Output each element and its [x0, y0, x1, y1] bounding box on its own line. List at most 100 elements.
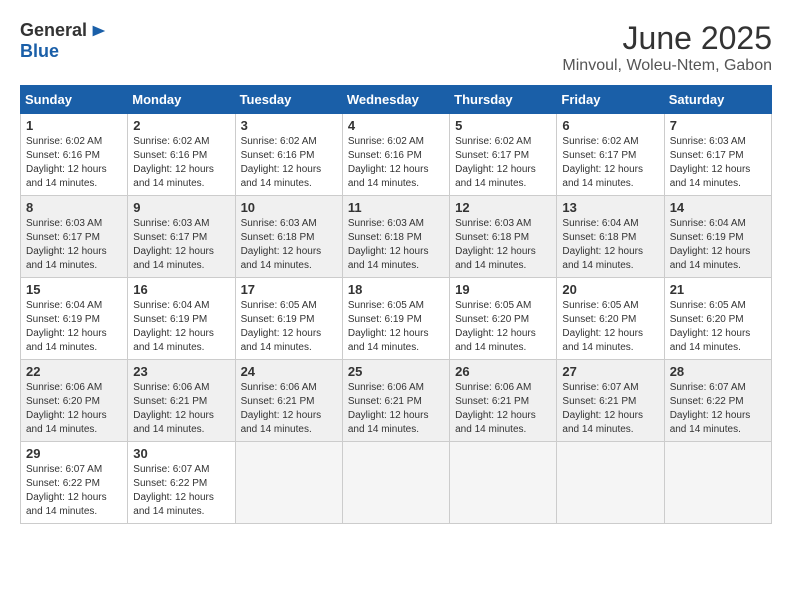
col-sunday: Sunday: [21, 86, 128, 114]
day-number: 26: [455, 364, 551, 379]
table-row: 28 Sunrise: 6:07 AM Sunset: 6:22 PM Dayl…: [664, 360, 771, 442]
day-number: 19: [455, 282, 551, 297]
day-number: 22: [26, 364, 122, 379]
day-number: 7: [670, 118, 766, 133]
day-number: 4: [348, 118, 444, 133]
day-number: 23: [133, 364, 229, 379]
day-info: Sunrise: 6:03 AM Sunset: 6:17 PM Dayligh…: [670, 135, 766, 191]
table-row: [557, 442, 664, 524]
table-row: 15 Sunrise: 6:04 AM Sunset: 6:19 PM Dayl…: [21, 278, 128, 360]
table-row: 8 Sunrise: 6:03 AM Sunset: 6:17 PM Dayli…: [21, 196, 128, 278]
day-info: Sunrise: 6:04 AM Sunset: 6:19 PM Dayligh…: [133, 299, 229, 355]
col-wednesday: Wednesday: [342, 86, 449, 114]
day-number: 8: [26, 200, 122, 215]
day-info: Sunrise: 6:03 AM Sunset: 6:18 PM Dayligh…: [348, 217, 444, 273]
day-info: Sunrise: 6:05 AM Sunset: 6:19 PM Dayligh…: [348, 299, 444, 355]
day-number: 29: [26, 446, 122, 461]
day-info: Sunrise: 6:06 AM Sunset: 6:21 PM Dayligh…: [133, 381, 229, 437]
day-info: Sunrise: 6:03 AM Sunset: 6:17 PM Dayligh…: [133, 217, 229, 273]
header: General Blue June 2025 Minvoul, Woleu-Nt…: [20, 20, 772, 75]
calendar-week-row: 1 Sunrise: 6:02 AM Sunset: 6:16 PM Dayli…: [21, 114, 772, 196]
table-row: 2 Sunrise: 6:02 AM Sunset: 6:16 PM Dayli…: [128, 114, 235, 196]
table-row: 14 Sunrise: 6:04 AM Sunset: 6:19 PM Dayl…: [664, 196, 771, 278]
calendar-week-row: 22 Sunrise: 6:06 AM Sunset: 6:20 PM Dayl…: [21, 360, 772, 442]
table-row: 9 Sunrise: 6:03 AM Sunset: 6:17 PM Dayli…: [128, 196, 235, 278]
day-info: Sunrise: 6:07 AM Sunset: 6:21 PM Dayligh…: [562, 381, 658, 437]
table-row: 6 Sunrise: 6:02 AM Sunset: 6:17 PM Dayli…: [557, 114, 664, 196]
day-info: Sunrise: 6:04 AM Sunset: 6:19 PM Dayligh…: [670, 217, 766, 273]
day-number: 11: [348, 200, 444, 215]
table-row: 19 Sunrise: 6:05 AM Sunset: 6:20 PM Dayl…: [450, 278, 557, 360]
day-number: 27: [562, 364, 658, 379]
logo-blue: Blue: [20, 41, 59, 62]
day-number: 13: [562, 200, 658, 215]
day-number: 6: [562, 118, 658, 133]
logo: General Blue: [20, 20, 107, 62]
day-info: Sunrise: 6:06 AM Sunset: 6:20 PM Dayligh…: [26, 381, 122, 437]
table-row: 24 Sunrise: 6:06 AM Sunset: 6:21 PM Dayl…: [235, 360, 342, 442]
day-info: Sunrise: 6:06 AM Sunset: 6:21 PM Dayligh…: [348, 381, 444, 437]
day-info: Sunrise: 6:04 AM Sunset: 6:19 PM Dayligh…: [26, 299, 122, 355]
day-number: 14: [670, 200, 766, 215]
day-info: Sunrise: 6:03 AM Sunset: 6:18 PM Dayligh…: [455, 217, 551, 273]
col-friday: Friday: [557, 86, 664, 114]
day-number: 18: [348, 282, 444, 297]
day-info: Sunrise: 6:02 AM Sunset: 6:17 PM Dayligh…: [562, 135, 658, 191]
day-info: Sunrise: 6:05 AM Sunset: 6:19 PM Dayligh…: [241, 299, 337, 355]
calendar-week-row: 15 Sunrise: 6:04 AM Sunset: 6:19 PM Dayl…: [21, 278, 772, 360]
day-info: Sunrise: 6:02 AM Sunset: 6:16 PM Dayligh…: [348, 135, 444, 191]
col-tuesday: Tuesday: [235, 86, 342, 114]
table-row: 11 Sunrise: 6:03 AM Sunset: 6:18 PM Dayl…: [342, 196, 449, 278]
day-number: 2: [133, 118, 229, 133]
day-info: Sunrise: 6:02 AM Sunset: 6:16 PM Dayligh…: [26, 135, 122, 191]
day-number: 10: [241, 200, 337, 215]
day-info: Sunrise: 6:05 AM Sunset: 6:20 PM Dayligh…: [670, 299, 766, 355]
day-number: 1: [26, 118, 122, 133]
day-info: Sunrise: 6:06 AM Sunset: 6:21 PM Dayligh…: [241, 381, 337, 437]
day-info: Sunrise: 6:03 AM Sunset: 6:18 PM Dayligh…: [241, 217, 337, 273]
day-number: 5: [455, 118, 551, 133]
calendar-week-row: 8 Sunrise: 6:03 AM Sunset: 6:17 PM Dayli…: [21, 196, 772, 278]
table-row: 10 Sunrise: 6:03 AM Sunset: 6:18 PM Dayl…: [235, 196, 342, 278]
table-row: 27 Sunrise: 6:07 AM Sunset: 6:21 PM Dayl…: [557, 360, 664, 442]
day-info: Sunrise: 6:06 AM Sunset: 6:21 PM Dayligh…: [455, 381, 551, 437]
day-number: 15: [26, 282, 122, 297]
calendar-week-row: 29 Sunrise: 6:07 AM Sunset: 6:22 PM Dayl…: [21, 442, 772, 524]
table-row: 20 Sunrise: 6:05 AM Sunset: 6:20 PM Dayl…: [557, 278, 664, 360]
table-row: 16 Sunrise: 6:04 AM Sunset: 6:19 PM Dayl…: [128, 278, 235, 360]
day-info: Sunrise: 6:05 AM Sunset: 6:20 PM Dayligh…: [455, 299, 551, 355]
day-number: 24: [241, 364, 337, 379]
location-title: Minvoul, Woleu-Ntem, Gabon: [562, 57, 772, 75]
day-number: 21: [670, 282, 766, 297]
table-row: 22 Sunrise: 6:06 AM Sunset: 6:20 PM Dayl…: [21, 360, 128, 442]
day-number: 20: [562, 282, 658, 297]
table-row: 25 Sunrise: 6:06 AM Sunset: 6:21 PM Dayl…: [342, 360, 449, 442]
col-monday: Monday: [128, 86, 235, 114]
day-info: Sunrise: 6:02 AM Sunset: 6:17 PM Dayligh…: [455, 135, 551, 191]
month-title: June 2025: [562, 20, 772, 57]
table-row: [342, 442, 449, 524]
table-row: 5 Sunrise: 6:02 AM Sunset: 6:17 PM Dayli…: [450, 114, 557, 196]
table-row: 17 Sunrise: 6:05 AM Sunset: 6:19 PM Dayl…: [235, 278, 342, 360]
day-number: 25: [348, 364, 444, 379]
table-row: 18 Sunrise: 6:05 AM Sunset: 6:19 PM Dayl…: [342, 278, 449, 360]
day-info: Sunrise: 6:02 AM Sunset: 6:16 PM Dayligh…: [133, 135, 229, 191]
day-number: 16: [133, 282, 229, 297]
table-row: 26 Sunrise: 6:06 AM Sunset: 6:21 PM Dayl…: [450, 360, 557, 442]
day-number: 12: [455, 200, 551, 215]
table-row: 4 Sunrise: 6:02 AM Sunset: 6:16 PM Dayli…: [342, 114, 449, 196]
table-row: 21 Sunrise: 6:05 AM Sunset: 6:20 PM Dayl…: [664, 278, 771, 360]
calendar-table: Sunday Monday Tuesday Wednesday Thursday…: [20, 85, 772, 524]
day-info: Sunrise: 6:04 AM Sunset: 6:18 PM Dayligh…: [562, 217, 658, 273]
calendar-header-row: Sunday Monday Tuesday Wednesday Thursday…: [21, 86, 772, 114]
day-number: 30: [133, 446, 229, 461]
table-row: 7 Sunrise: 6:03 AM Sunset: 6:17 PM Dayli…: [664, 114, 771, 196]
table-row: 23 Sunrise: 6:06 AM Sunset: 6:21 PM Dayl…: [128, 360, 235, 442]
table-row: 1 Sunrise: 6:02 AM Sunset: 6:16 PM Dayli…: [21, 114, 128, 196]
logo-general: General: [20, 20, 87, 41]
day-info: Sunrise: 6:02 AM Sunset: 6:16 PM Dayligh…: [241, 135, 337, 191]
day-info: Sunrise: 6:05 AM Sunset: 6:20 PM Dayligh…: [562, 299, 658, 355]
table-row: 29 Sunrise: 6:07 AM Sunset: 6:22 PM Dayl…: [21, 442, 128, 524]
col-thursday: Thursday: [450, 86, 557, 114]
table-row: 3 Sunrise: 6:02 AM Sunset: 6:16 PM Dayli…: [235, 114, 342, 196]
